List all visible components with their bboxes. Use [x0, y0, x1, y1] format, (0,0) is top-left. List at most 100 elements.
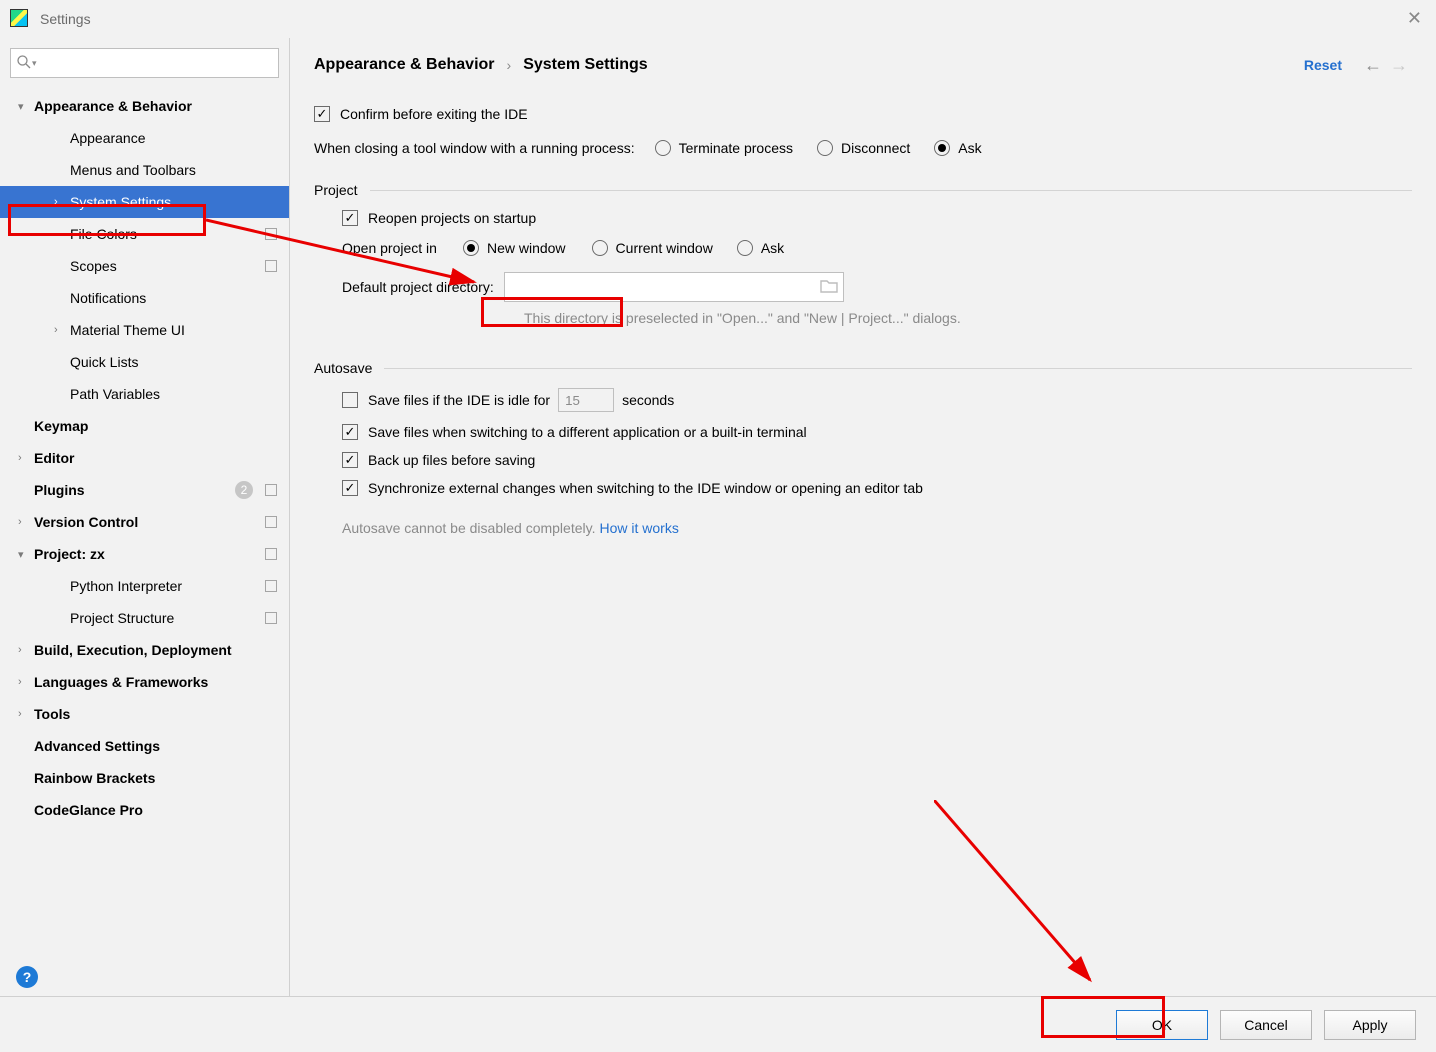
project-scope-icon	[265, 484, 277, 496]
confirm-exit-label: Confirm before exiting the IDE	[340, 106, 528, 122]
sidebar-item-tools[interactable]: ›Tools	[0, 698, 289, 730]
folder-icon[interactable]	[820, 278, 838, 297]
sidebar-item-menus-and-toolbars[interactable]: Menus and Toolbars	[0, 154, 289, 186]
autosave-note: Autosave cannot be disabled completely.	[342, 520, 595, 536]
sidebar-item-label: Rainbow Brackets	[34, 770, 277, 786]
default-dir-input[interactable]	[504, 272, 844, 302]
sync-label: Synchronize external changes when switch…	[368, 480, 923, 496]
search-input[interactable]	[10, 48, 279, 78]
backup-checkbox[interactable]	[342, 452, 358, 468]
sidebar-item-label: Material Theme UI	[70, 322, 277, 338]
cancel-button[interactable]: Cancel	[1220, 1010, 1312, 1040]
sidebar-item-python-interpreter[interactable]: Python Interpreter	[0, 570, 289, 602]
sidebar-item-label: Languages & Frameworks	[34, 674, 277, 690]
ok-button[interactable]: OK	[1116, 1010, 1208, 1040]
sidebar-item-label: System Settings	[70, 194, 277, 210]
sidebar-item-label: Project: zx	[34, 546, 259, 562]
dialog-footer: OK Cancel Apply	[0, 996, 1436, 1052]
sidebar-item-appearance[interactable]: Appearance	[0, 122, 289, 154]
terminate-radio[interactable]	[655, 140, 671, 156]
sidebar-item-quick-lists[interactable]: Quick Lists	[0, 346, 289, 378]
sidebar-item-file-colors[interactable]: File Colors	[0, 218, 289, 250]
chevron-down-icon[interactable]: ▾	[32, 58, 37, 69]
terminate-label: Terminate process	[679, 140, 793, 156]
sidebar-item-label: Appearance & Behavior	[34, 98, 277, 114]
project-scope-icon	[265, 516, 277, 528]
sidebar-item-label: Quick Lists	[70, 354, 277, 370]
sidebar-item-version-control[interactable]: ›Version Control	[0, 506, 289, 538]
how-it-works-link[interactable]: How it works	[599, 520, 678, 536]
help-icon[interactable]: ?	[16, 966, 38, 988]
open-project-in-label: Open project in	[342, 240, 437, 256]
search-field[interactable]: ▾	[10, 48, 279, 78]
sidebar-item-label: Appearance	[70, 130, 277, 146]
idle-seconds-input[interactable]	[558, 388, 614, 412]
chevron-icon: ›	[54, 324, 66, 336]
search-icon	[16, 54, 32, 73]
sidebar-item-editor[interactable]: › Editor	[0, 442, 289, 474]
sidebar-item-label: Keymap	[34, 418, 277, 434]
forward-icon[interactable]: →	[1390, 55, 1408, 76]
window-title: Settings	[40, 11, 91, 27]
backup-label: Back up files before saving	[368, 452, 535, 468]
autosave-section-title: Autosave	[314, 360, 1412, 376]
sidebar-item-rainbow-brackets[interactable]: Rainbow Brackets	[0, 762, 289, 794]
settings-sidebar: ▾ ▾Appearance & Behavior Appearance Menus …	[0, 38, 290, 996]
breadcrumb-current: System Settings	[523, 56, 647, 74]
sidebar-item-scopes[interactable]: Scopes	[0, 250, 289, 282]
open-ask-radio[interactable]	[737, 240, 753, 256]
project-section-title: Project	[314, 182, 1412, 198]
sidebar-item-system-settings[interactable]: › System Settings	[0, 186, 289, 218]
chevron-icon: ›	[18, 644, 30, 656]
sidebar-item-label: Project Structure	[70, 610, 259, 626]
project-scope-icon	[265, 228, 277, 240]
sidebar-item-label: Build, Execution, Deployment	[34, 642, 277, 658]
sidebar-item-plugins[interactable]: Plugins2	[0, 474, 289, 506]
chevron-icon: ›	[18, 516, 30, 528]
save-switch-label: Save files when switching to a different…	[368, 424, 807, 440]
reopen-projects-checkbox[interactable]	[342, 210, 358, 226]
sidebar-item-project-structure[interactable]: Project Structure	[0, 602, 289, 634]
sidebar-item-label: CodeGlance Pro	[34, 802, 277, 818]
sidebar-item-build-execution-deployment[interactable]: › Build, Execution, Deployment	[0, 634, 289, 666]
confirm-exit-checkbox[interactable]	[314, 106, 330, 122]
project-scope-icon	[265, 612, 277, 624]
settings-tree: ▾Appearance & Behavior Appearance Menus an…	[0, 84, 289, 958]
breadcrumb-root[interactable]: Appearance & Behavior	[314, 56, 495, 74]
ask-label: Ask	[958, 140, 981, 156]
chevron-right-icon: ›	[507, 57, 512, 73]
close-icon[interactable]: ✕	[1407, 8, 1422, 29]
chevron-icon: ›	[54, 196, 66, 208]
save-switch-checkbox[interactable]	[342, 424, 358, 440]
sidebar-item-label: Plugins	[34, 482, 235, 498]
new-window-radio[interactable]	[463, 240, 479, 256]
sidebar-item-label: Path Variables	[70, 386, 277, 402]
sidebar-item-languages-frameworks[interactable]: › Languages & Frameworks	[0, 666, 289, 698]
sidebar-item-label: Editor	[34, 450, 277, 466]
closing-process-label: When closing a tool window with a runnin…	[314, 140, 635, 156]
sidebar-item-codeglance-pro[interactable]: CodeGlance Pro	[0, 794, 289, 826]
apply-button[interactable]: Apply	[1324, 1010, 1416, 1040]
sidebar-item-appearance-behavior[interactable]: ▾Appearance & Behavior	[0, 90, 289, 122]
sync-checkbox[interactable]	[342, 480, 358, 496]
back-icon[interactable]: ←	[1364, 55, 1382, 76]
ask-radio[interactable]	[934, 140, 950, 156]
reset-link[interactable]: Reset	[1304, 57, 1342, 73]
sidebar-item-advanced-settings[interactable]: Advanced Settings	[0, 730, 289, 762]
sidebar-item-notifications[interactable]: Notifications	[0, 282, 289, 314]
app-icon	[10, 9, 30, 29]
default-dir-label: Default project directory:	[342, 279, 494, 295]
current-window-radio[interactable]	[592, 240, 608, 256]
default-dir-hint: This directory is preselected in "Open..…	[524, 310, 961, 326]
chevron-icon: ›	[18, 452, 30, 464]
save-idle-checkbox[interactable]	[342, 392, 358, 408]
sidebar-item-project-zx[interactable]: ▾Project: zx	[0, 538, 289, 570]
disconnect-radio[interactable]	[817, 140, 833, 156]
chevron-icon: ›	[18, 676, 30, 688]
settings-content: Appearance & Behavior › System Settings …	[290, 38, 1436, 996]
sidebar-item-material-theme-ui[interactable]: › Material Theme UI	[0, 314, 289, 346]
project-scope-icon	[265, 580, 277, 592]
sidebar-item-path-variables[interactable]: Path Variables	[0, 378, 289, 410]
sidebar-item-label: Menus and Toolbars	[70, 162, 277, 178]
sidebar-item-keymap[interactable]: Keymap	[0, 410, 289, 442]
